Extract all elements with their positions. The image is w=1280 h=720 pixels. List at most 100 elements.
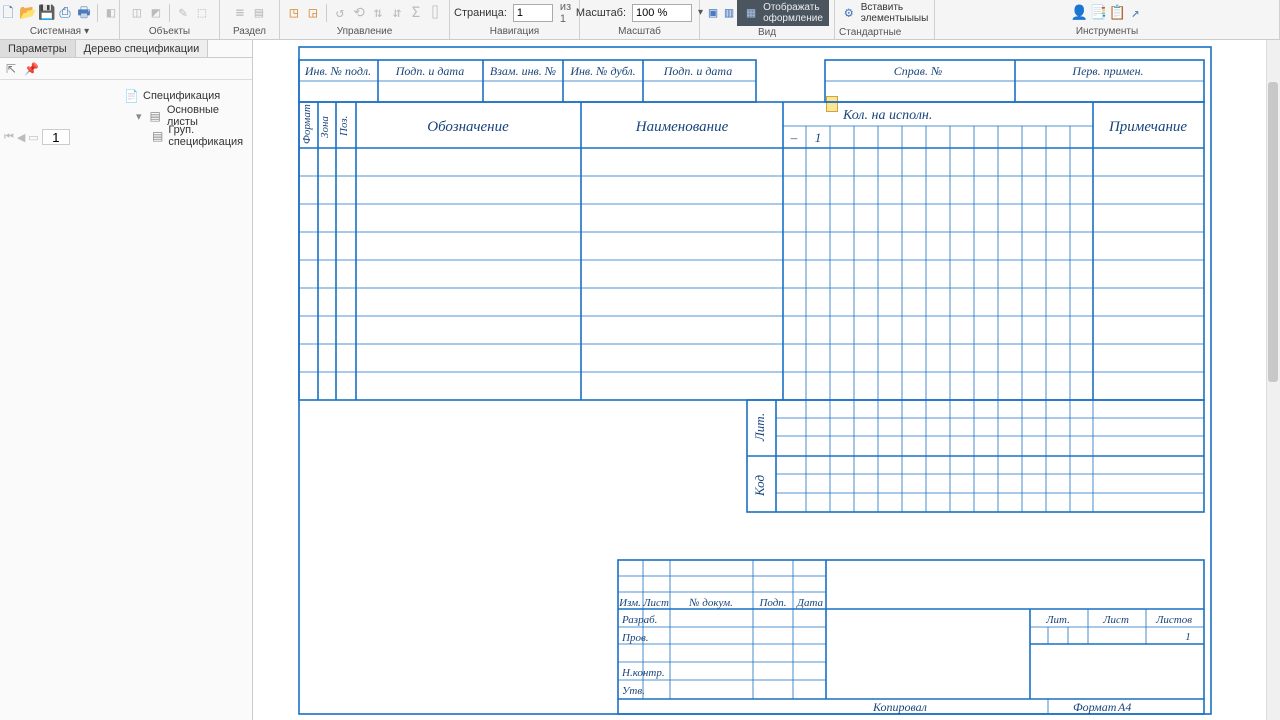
tool-icon-4[interactable]: ↗: [1128, 5, 1144, 21]
side-panel: Параметры Дерево спецификации ⇱ 📌 📄 Спец…: [0, 40, 253, 720]
show-design-button[interactable]: ▦ Отображать оформление: [737, 0, 829, 26]
manage-icon-7[interactable]: Σ: [408, 5, 424, 21]
insert-elements-button[interactable]: ⚙ Вставить элементыыыы: [835, 0, 935, 26]
spec-tree: 📄 Спецификация ▾ ▤ Основные листы ▤ Груп…: [120, 80, 253, 152]
chevron-down-icon: ▾: [136, 110, 142, 123]
group-label: Стандартные изделия: [839, 26, 930, 40]
new-doc-icon[interactable]: 🗋: [0, 5, 16, 21]
bolt-icon: ⚙: [841, 5, 857, 21]
tool-icon-2[interactable]: 📑: [1090, 5, 1106, 21]
obj-icon-2[interactable]: ◩: [148, 5, 164, 21]
svg-text:№ докум.: № докум.: [688, 597, 733, 609]
svg-text:Подп. и дата: Подп. и дата: [395, 64, 464, 78]
manage-icon[interactable]: ◳: [286, 5, 302, 21]
svg-text:Лит.: Лит.: [1045, 614, 1070, 626]
group-label: Инструменты: [1076, 25, 1138, 39]
svg-text:Наименование: Наименование: [635, 119, 729, 135]
section-icon-2[interactable]: ▤: [251, 5, 267, 21]
sheet-icon: ▤: [152, 129, 163, 143]
svg-text:Формат: Формат: [301, 104, 313, 144]
svg-text:Примечание: Примечание: [1108, 119, 1187, 135]
svg-text:Подп.: Подп.: [758, 597, 786, 609]
svg-text:Инв. № дубл.: Инв. № дубл.: [569, 64, 635, 78]
svg-text:Поз.: Поз.: [338, 116, 350, 137]
obj-icon-4[interactable]: ⬚: [194, 5, 210, 21]
save-icon[interactable]: 💾: [38, 5, 54, 21]
svg-text:Перв. примен.: Перв. примен.: [1071, 64, 1143, 78]
vertical-scrollbar[interactable]: [1266, 40, 1280, 720]
svg-text:Лист: Лист: [1102, 614, 1129, 626]
tree-group[interactable]: ▤ Груп. спецификация: [124, 126, 249, 146]
group-label: Вид: [758, 26, 776, 40]
pin-icon-2[interactable]: 📌: [24, 62, 39, 76]
tb-group-scale: Масштаб: ▾ Масштаб: [580, 0, 700, 39]
side-toolbar: ⇱ 📌: [0, 58, 252, 80]
obj-icon[interactable]: ◫: [129, 5, 145, 21]
group-label: Навигация: [490, 25, 539, 39]
page-of-label: из 1: [560, 1, 575, 25]
tb-group-tools: 👤 📑 📋 ↗ Инструменты: [935, 0, 1280, 39]
layout-icon: ▦: [743, 5, 759, 21]
tool-icon[interactable]: 👤: [1071, 5, 1087, 21]
manage-icon-6[interactable]: ⇵: [389, 5, 405, 21]
svg-text:Н.контр.: Н.контр.: [621, 667, 665, 679]
scrollbar-thumb[interactable]: [1268, 82, 1278, 382]
svg-text:1: 1: [1185, 631, 1191, 643]
svg-text:Дата: Дата: [796, 597, 824, 609]
svg-text:Кол. на исполн.: Кол. на исполн.: [842, 108, 932, 123]
tool-icon-3[interactable]: 📋: [1109, 5, 1125, 21]
tree-sheets[interactable]: ▾ ▤ Основные листы: [124, 106, 249, 126]
tb-group-view: ▣ ▥ ▦ Отображать оформление Вид: [700, 0, 835, 39]
fit-icon-2[interactable]: ▥: [721, 5, 737, 21]
svg-text:Инв. № подл.: Инв. № подл.: [304, 64, 371, 78]
svg-text:Код: Код: [752, 475, 767, 497]
svg-text:–: –: [790, 130, 798, 145]
svg-text:Листов: Листов: [1155, 614, 1192, 626]
manage-icon-2[interactable]: ◲: [305, 5, 321, 21]
chevron-down-icon[interactable]: ▾: [84, 26, 89, 37]
tb-group-section: ≡ ▤ Раздел: [220, 0, 280, 39]
specification-sheet: Инв. № подл. Подп. и дата Взам. инв. № И…: [298, 46, 1213, 716]
page-input[interactable]: [513, 4, 553, 22]
tab-params[interactable]: Параметры: [0, 40, 76, 57]
svg-text:Лит.: Лит.: [752, 413, 767, 442]
obj-icon-3[interactable]: ✎: [175, 5, 191, 21]
fit-icon[interactable]: ▣: [705, 5, 721, 21]
page-icon[interactable]: ▭: [28, 131, 38, 144]
manage-icon-5[interactable]: ⇅: [370, 5, 386, 21]
svg-text:Подп. и дата: Подп. и дата: [663, 64, 732, 78]
svg-text:Обозначение: Обозначение: [427, 119, 509, 135]
save-all-icon[interactable]: ⎙: [57, 5, 73, 21]
svg-text:А4: А4: [1117, 700, 1131, 714]
open-icon[interactable]: 📂: [19, 5, 35, 21]
first-icon[interactable]: ⏮: [4, 131, 14, 144]
svg-text:Утв.: Утв.: [622, 685, 645, 697]
generic-icon[interactable]: ◧: [103, 5, 119, 21]
zoom-input[interactable]: [632, 4, 692, 22]
sheet-icon: ▤: [149, 109, 162, 123]
svg-text:Пров.: Пров.: [621, 632, 648, 644]
section-icon[interactable]: ≡: [232, 5, 248, 21]
svg-text:Лист: Лист: [642, 597, 669, 609]
side-page-input[interactable]: [42, 129, 70, 145]
manage-icon-8[interactable]: ⌷: [427, 5, 443, 21]
drawing-canvas[interactable]: Инв. № подл. Подп. и дата Взам. инв. № И…: [253, 40, 1266, 720]
svg-text:Взам. инв. №: Взам. инв. №: [490, 64, 556, 78]
tb-group-nav: Страница: из 1 Навигация: [450, 0, 580, 39]
manage-icon-3[interactable]: ↺: [332, 5, 348, 21]
tb-group-system: 🗋 📂 💾 ⎙ 🖶 ◧ Системная▾: [0, 0, 120, 39]
pin-icon[interactable]: ⇱: [6, 62, 16, 76]
tb-group-objects: ◫ ◩ ✎ ⬚ Объекты: [120, 0, 220, 39]
tb-group-std: ⚙ Вставить элементыыыы Стандартные издел…: [835, 0, 935, 39]
tree-root[interactable]: 📄 Спецификация: [124, 86, 249, 106]
svg-text:Разраб.: Разраб.: [621, 614, 657, 626]
prev-icon[interactable]: ◀: [17, 131, 25, 144]
manage-icon-4[interactable]: ⟲: [351, 5, 367, 21]
print-icon[interactable]: 🖶: [76, 5, 92, 21]
svg-text:Зона: Зона: [319, 116, 331, 138]
svg-text:Изм.: Изм.: [618, 597, 641, 609]
group-label: Системная: [30, 26, 81, 37]
doc-icon: 📄: [124, 89, 138, 103]
tab-tree[interactable]: Дерево спецификации: [76, 40, 209, 57]
main-toolbar: 🗋 📂 💾 ⎙ 🖶 ◧ Системная▾ ◫ ◩ ✎ ⬚ Объекты ≡…: [0, 0, 1280, 40]
